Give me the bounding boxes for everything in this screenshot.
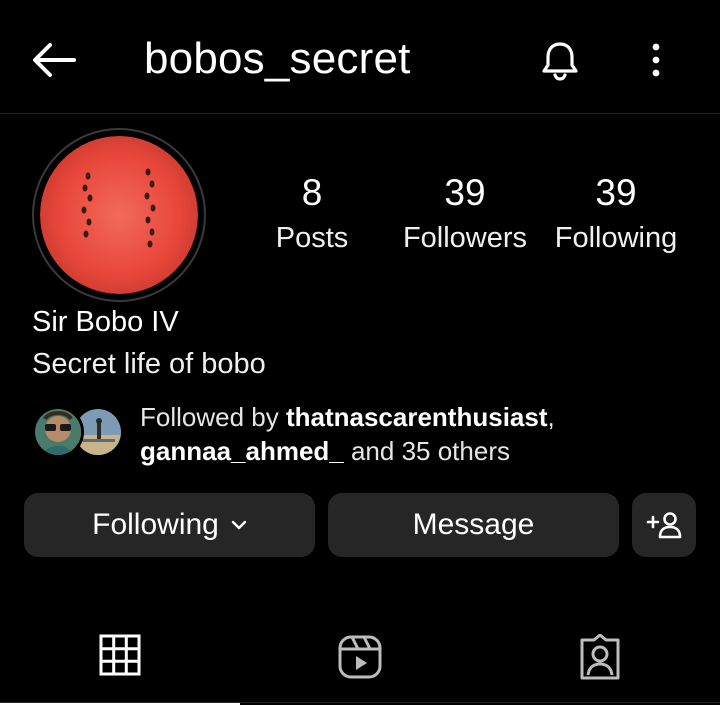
profile-username: bobos_secret: [144, 34, 411, 83]
add-person-icon: [646, 512, 682, 539]
stat-followers[interactable]: 39 Followers: [395, 168, 535, 258]
mutual-followers-avatars[interactable]: [32, 404, 128, 460]
bell-icon: [542, 42, 578, 81]
posts-count: 8: [301, 172, 323, 213]
profile-avatar-button[interactable]: [32, 128, 206, 302]
following-label: Following: [554, 222, 678, 254]
mutual-others: and 35 others: [343, 436, 510, 466]
notifications-button[interactable]: [534, 34, 586, 86]
message-button[interactable]: Message: [328, 493, 619, 557]
tab-tagged[interactable]: [480, 620, 720, 705]
following-count: 39: [595, 172, 637, 213]
following-button-label: Following: [92, 508, 219, 541]
following-button[interactable]: Following: [24, 493, 315, 557]
more-options-button[interactable]: [634, 34, 678, 86]
followers-count: 39: [444, 172, 486, 213]
more-vertical-icon: [652, 43, 660, 77]
mutual-user-2[interactable]: gannaa_ahmed_: [140, 436, 344, 466]
stat-posts[interactable]: 8 Posts: [268, 168, 356, 258]
tabs-divider: [0, 702, 720, 703]
watermelon-avatar: [40, 136, 198, 294]
followed-by-prefix: Followed by: [140, 402, 286, 432]
followers-label: Followers: [402, 222, 528, 254]
mutual-user-1[interactable]: thatnascarenthusiast: [286, 402, 548, 432]
posts-label: Posts: [275, 222, 349, 254]
chevron-down-icon: [231, 520, 247, 530]
reels-icon: [338, 635, 382, 679]
back-button[interactable]: [26, 36, 82, 84]
bio-text: Secret life of bobo: [32, 348, 266, 380]
tab-posts-grid[interactable]: [0, 620, 240, 705]
suggest-people-button[interactable]: [632, 493, 696, 557]
top-bar: bobos_secret: [0, 0, 720, 114]
mutual-followers-text[interactable]: Followed by thatnascarenthusiast, gannaa_…: [140, 400, 700, 468]
message-button-label: Message: [412, 508, 535, 541]
stat-following[interactable]: 39 Following: [544, 168, 688, 258]
tab-reels[interactable]: [240, 620, 480, 705]
back-arrow-icon: [33, 43, 76, 77]
mutual-separator: ,: [547, 402, 555, 432]
grid-icon: [99, 634, 141, 676]
mutual-avatar-1: [32, 406, 84, 458]
display-name: Sir Bobo IV: [32, 306, 179, 338]
tagged-person-icon: [580, 634, 620, 680]
profile-tabs: [0, 620, 720, 705]
